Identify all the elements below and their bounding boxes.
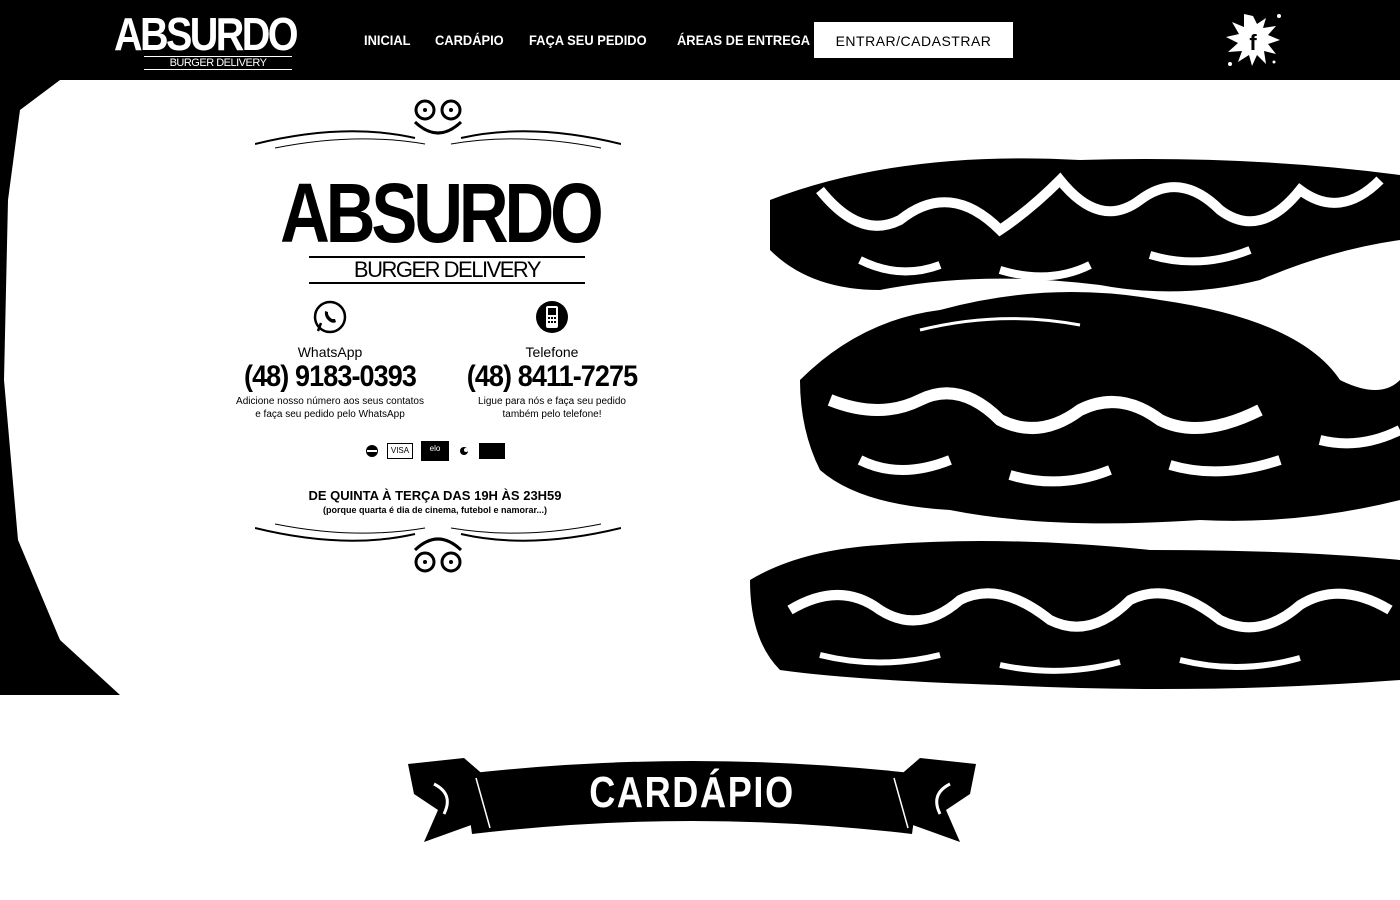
brand-logo-word: ABSURDO [280, 166, 604, 260]
brand-logo: ABSURDO BURGER DELIVERY [245, 170, 635, 290]
header-logo-subtitle: BURGER DELIVERY [144, 56, 292, 70]
opening-hours-text: DE QUINTA À TERÇA DAS 19H ÀS 23H59 [308, 488, 562, 503]
phone-icon[interactable] [535, 300, 569, 334]
nav-item-areas-de-entrega[interactable]: ÁREAS DE ENTREGA [677, 30, 810, 50]
elo-card-icon: elo [421, 441, 449, 461]
whatsapp-number[interactable]: (48) 9183-0393 [227, 361, 434, 393]
whatsapp-icon[interactable] [313, 300, 347, 334]
phone-description-line1: Ligue para nós e faça seu pedido [478, 396, 626, 407]
phone-label: Telefone [525, 344, 579, 360]
hero-section: ABSURDO BURGER DELIVERY WhatsApp (48) 91… [0, 80, 1400, 695]
diners-card-icon [460, 447, 468, 455]
nav-item-cardapio[interactable]: CARDÁPIO [435, 30, 504, 50]
header-logo-word: ABSURDO [114, 8, 299, 60]
opening-hours-note: (porque quarta é dia de cinema, futebol … [322, 505, 548, 515]
whatsapp-description-line1: Adicione nosso número aos seus contatos [236, 396, 424, 407]
phone-number[interactable]: (48) 8411-7275 [449, 361, 656, 393]
phone-description-line2: também pelo telefone! [502, 409, 602, 420]
svg-text:f: f [1249, 30, 1257, 55]
top-navigation-bar: ABSURDO BURGER DELIVERY INICIAL CARDÁPIO… [0, 0, 1400, 80]
phone-contact: Telefone (48) 8411-7275 Ligue para nós e… [437, 300, 667, 421]
brand-logo-subtitle: BURGER DELIVERY [309, 256, 585, 284]
opening-hours: DE QUINTA À TERÇA DAS 19H ÀS 23H59 (porq… [215, 488, 655, 516]
facebook-splat-icon[interactable]: f [1222, 10, 1284, 70]
nav-item-faca-seu-pedido[interactable]: FAÇA SEU PEDIDO [529, 30, 647, 50]
nav-item-inicial[interactable]: INICIAL [364, 30, 411, 50]
cardapio-section-title: CARDÁPIO [589, 768, 795, 817]
main-nav: INICIAL CARDÁPIO FAÇA SEU PEDIDO ÁREAS D… [364, 30, 822, 50]
whatsapp-label: WhatsApp [297, 344, 363, 360]
whatsapp-contact: WhatsApp (48) 9183-0393 Adicione nosso n… [215, 300, 445, 421]
contact-info-panel: ABSURDO BURGER DELIVERY WhatsApp (48) 91… [215, 90, 655, 580]
bottom-ornament [255, 523, 621, 573]
header-logo[interactable]: ABSURDO BURGER DELIVERY [114, 8, 299, 70]
cardapio-ribbon: CARDÁPIO [404, 754, 980, 846]
login-register-button[interactable]: ENTRAR/CADASTRAR [814, 22, 1013, 58]
burger-hero-image [0, 80, 1400, 695]
mastercard-icon [366, 445, 378, 457]
whatsapp-description-line2: e faça seu pedido pelo WhatsApp [255, 409, 405, 420]
amex-card-icon [479, 443, 505, 459]
visa-card-icon: VISA [387, 443, 413, 459]
payment-methods: VISA elo [365, 440, 515, 462]
top-ornament [255, 99, 621, 149]
